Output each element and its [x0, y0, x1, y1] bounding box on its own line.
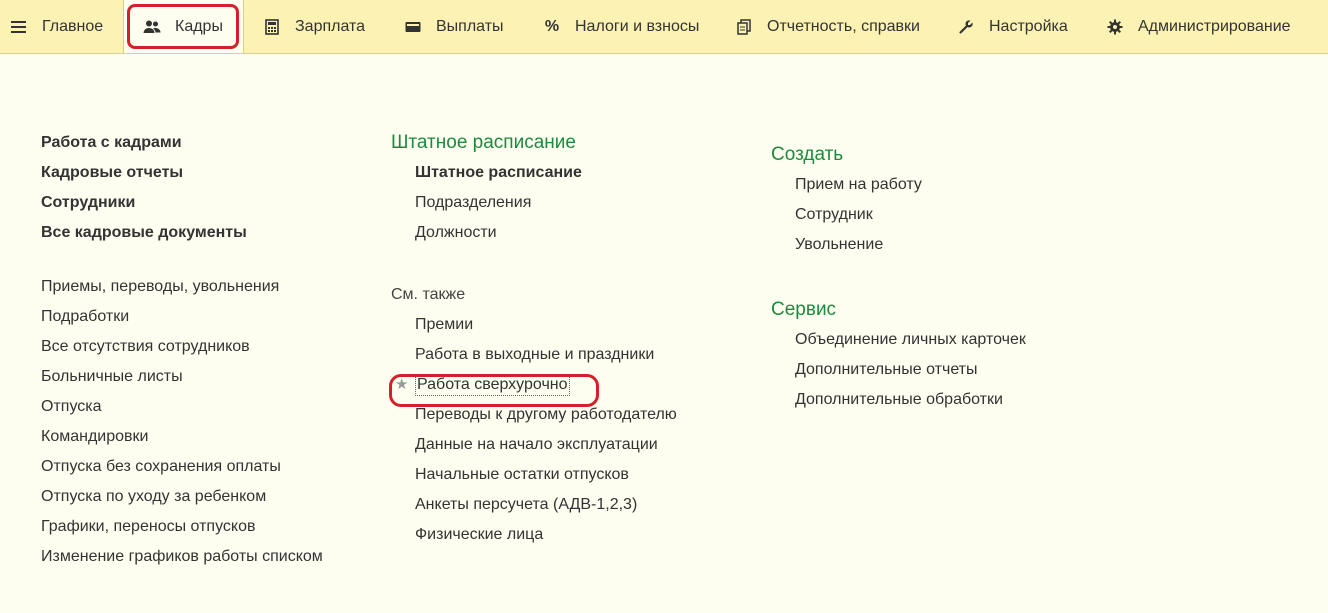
link-staff-reports[interactable]: Кадровые отчеты [41, 158, 247, 188]
tab-admin-label: Администрирование [1138, 17, 1291, 35]
tab-main-label: Главное [42, 17, 104, 35]
staffing-section: Штатное расписание Штатное расписание По… [391, 128, 582, 248]
link-extra-processing[interactable]: Дополнительные обработки [795, 385, 1026, 415]
link-departments[interactable]: Подразделения [415, 188, 582, 218]
tab-payments-label: Выплаты [436, 17, 504, 35]
wrench-icon [957, 18, 975, 36]
link-all-staff-docs[interactable]: Все кадровые документы [41, 218, 247, 248]
link-dismissal[interactable]: Увольнение [795, 230, 922, 260]
staffing-heading: Штатное расписание [391, 132, 576, 153]
see-also-heading: См. также [391, 286, 466, 303]
wallet-icon [404, 18, 422, 36]
link-employees[interactable]: Сотрудники [41, 188, 247, 218]
tab-salary[interactable]: Зарплата [263, 0, 365, 53]
tab-reports-label: Отчетность, справки [767, 17, 920, 35]
link-new-employee[interactable]: Сотрудник [795, 200, 922, 230]
link-hire[interactable]: Прием на работу [795, 170, 922, 200]
tab-reports[interactable]: Отчетность, справки [735, 0, 920, 53]
list-item[interactable]: Отпуска [41, 392, 323, 422]
staff-main-links: Работа с кадрами Кадровые отчеты Сотрудн… [41, 128, 247, 248]
hamburger-menu-icon [10, 18, 28, 36]
list-item[interactable]: Изменение графиков работы списком [41, 542, 323, 572]
list-item[interactable]: Работа в выходные и праздники [415, 340, 677, 370]
link-staffing-table[interactable]: Штатное расписание [415, 158, 582, 188]
tab-admin[interactable]: Администрирование [1106, 0, 1291, 53]
tab-taxes[interactable]: % Налоги и взносы [543, 0, 699, 53]
list-item[interactable]: Анкеты персучета (АДВ-1,2,3) [415, 490, 677, 520]
list-item[interactable]: Графики, переносы отпусков [41, 512, 323, 542]
link-merge-cards[interactable]: Объединение личных карточек [795, 325, 1026, 355]
gear-icon [1106, 18, 1124, 36]
tab-main[interactable]: Главное [10, 0, 103, 53]
list-item[interactable]: Физические лица [415, 520, 677, 550]
list-item[interactable]: Премии [415, 310, 677, 340]
list-item[interactable]: Данные на начало эксплуатации [415, 430, 677, 460]
tab-settings-label: Настройка [989, 17, 1068, 35]
highlight-overtime [389, 374, 599, 407]
create-section: Создать Прием на работу Сотрудник Увольн… [771, 140, 922, 260]
list-item[interactable]: Командировки [41, 422, 323, 452]
tab-settings[interactable]: Настройка [957, 0, 1068, 53]
service-heading: Сервис [771, 299, 837, 320]
documents-icon [735, 18, 753, 36]
calculator-icon [263, 18, 281, 36]
list-item[interactable]: Все отсутствия сотрудников [41, 332, 323, 362]
see-also-section: См. также Премии Работа в выходные и пра… [391, 280, 677, 550]
link-positions[interactable]: Должности [415, 218, 582, 248]
tab-taxes-label: Налоги и взносы [575, 17, 700, 35]
service-section: Сервис Объединение личных карточек Допол… [771, 295, 1026, 415]
list-item[interactable]: Подработки [41, 302, 323, 332]
link-staff-work[interactable]: Работа с кадрами [41, 128, 247, 158]
list-item[interactable]: Начальные остатки отпусков [415, 460, 677, 490]
create-heading: Создать [771, 144, 844, 165]
staff-documents-list: Приемы, переводы, увольнения Подработки … [41, 272, 323, 572]
tab-payments[interactable]: Выплаты [404, 0, 504, 53]
list-item[interactable]: Отпуска по уходу за ребенком [41, 482, 323, 512]
list-item[interactable]: Отпуска без сохранения оплаты [41, 452, 323, 482]
list-item[interactable]: Приемы, переводы, увольнения [41, 272, 323, 302]
link-extra-reports[interactable]: Дополнительные отчеты [795, 355, 1026, 385]
tab-salary-label: Зарплата [295, 17, 366, 35]
list-item[interactable]: Больничные листы [41, 362, 323, 392]
percent-icon: % [544, 17, 560, 35]
highlight-staff-tab [127, 4, 239, 49]
